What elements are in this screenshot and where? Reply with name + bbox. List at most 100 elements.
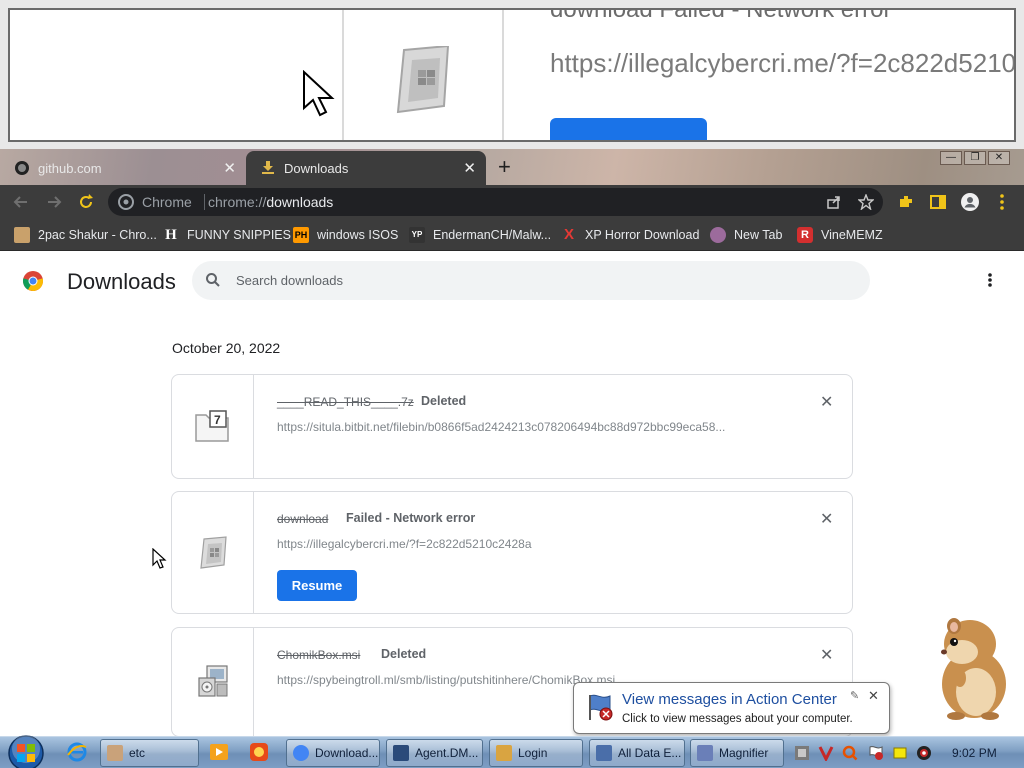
yp-icon: YP [409,227,425,243]
share-icon[interactable] [826,194,842,210]
tray-v-icon[interactable] [818,745,834,761]
tray-note-icon[interactable] [892,745,908,761]
close-tab-icon[interactable]: ✕ [223,159,236,177]
magnified-cursor-icon [303,70,335,117]
omnibox-separator [204,194,205,210]
start-orb-icon[interactable] [6,733,46,768]
bookmark-funny-snippies[interactable]: H FUNNY SNIPPIES [163,227,291,243]
source-url[interactable]: https://illegalcybercri.me/?f=2c822d5210… [277,537,797,551]
bookmark-xp-horror[interactable]: X XP Horror Download [561,227,699,243]
file-icon-column [172,628,254,736]
action-center-notification[interactable]: View messages in Action Center Click to … [573,682,890,734]
task-label: Magnifier [719,746,769,760]
bookmark-new-tab[interactable]: New Tab [710,227,782,243]
taskbar-item-chrome-downloads[interactable]: Download... [286,739,380,767]
bookmark-label: New Tab [734,228,783,242]
remove-item-icon[interactable]: ✕ [820,392,833,412]
tab-github[interactable]: github.com ✕ [0,151,246,185]
notification-close-button[interactable]: ✕ [868,688,879,704]
hamster-desktop-pet-icon[interactable] [924,612,1020,722]
bookmark-star-icon[interactable] [858,194,874,210]
magnifier-icon [697,745,713,761]
download-status: Deleted [381,647,427,661]
action-center-tray-icon[interactable] [868,745,884,761]
tray-speaker-icon[interactable] [916,745,932,761]
internet-explorer-icon[interactable] [66,741,88,763]
taskbar-item-all-data[interactable]: All Data E... [589,739,685,767]
file-icon-column [172,492,254,613]
bookmark-label: VineMEMZ [821,228,883,242]
mouse-cursor-icon [152,548,167,569]
reload-icon[interactable] [76,192,96,212]
taskbar: etc Download... Agent.DM... Login All Da… [0,733,1024,768]
forward-arrow-icon[interactable] [44,192,64,212]
bookmark-label: windows ISOS [317,228,399,242]
resume-button[interactable]: Resume [277,570,357,601]
download-status: Deleted [421,394,467,408]
browser-menu-icon[interactable] [992,192,1012,212]
minimize-button[interactable]: — [940,151,962,165]
tab-downloads[interactable]: Downloads ✕ [246,151,486,185]
browser-toolbar: Chrome chrome://downloads [0,185,1024,219]
wrench-icon[interactable]: ✎ [850,689,859,702]
file-name[interactable]: ____READ_THIS____.7z [277,395,414,409]
restore-button[interactable]: ❐ [964,151,986,165]
bookmark-endermanch[interactable]: YP EndermanCH/Malw... [409,227,551,243]
bookmark-label: 2pac Shakur - Chro... [38,228,157,242]
tray-app-icon[interactable] [794,745,810,761]
app-launcher-icon[interactable] [248,741,270,763]
application-window-icon [393,745,409,761]
tab-label: Downloads [284,160,349,176]
file-name[interactable]: download [277,512,328,526]
search-input[interactable] [236,261,856,300]
bookmark-label: FUNNY SNIPPIES [187,228,291,242]
taskbar-item-magnifier[interactable]: Magnifier [690,739,784,767]
close-window-button[interactable]: ✕ [988,151,1010,165]
bookmark-windows-isos[interactable]: PH windows ISOS [293,227,398,243]
taskbar-clock[interactable]: 9:02 PM [952,746,997,760]
taskbar-item-etc[interactable]: etc [100,739,199,767]
profile-avatar-icon[interactable] [960,192,980,212]
remove-item-icon[interactable]: ✕ [820,645,833,665]
bookmarks-bar: 2pac Shakur - Chro... H FUNNY SNIPPIES P… [0,219,1024,251]
close-tab-icon[interactable]: ✕ [463,159,476,177]
chrome-page-icon [118,194,134,210]
taskbar-item-login[interactable]: Login [489,739,583,767]
file-icon-column: 7 [172,375,254,478]
more-actions-icon[interactable] [984,272,996,288]
page-title: Downloads [67,269,176,294]
svg-text:7: 7 [214,413,221,427]
remove-item-icon[interactable]: ✕ [820,509,833,529]
search-icon [206,273,220,287]
chrome-icon [293,745,309,761]
task-label: All Data E... [618,746,682,760]
vine-r-icon: R [797,227,813,243]
scheme-label: Chrome [142,194,192,210]
bookmark-2pac[interactable]: 2pac Shakur - Chro... [14,227,157,243]
side-panel-icon[interactable] [928,192,948,212]
magnified-file-icon [396,46,450,114]
magnified-download-title: download Failed - Network error [550,8,892,23]
new-tab-button[interactable]: + [498,154,511,180]
7z-file-icon: 7 [195,410,229,442]
bookmark-vinememz[interactable]: R VineMEMZ [797,227,883,243]
red-x-icon: X [563,226,574,243]
media-player-icon[interactable] [208,741,230,763]
notification-title: View messages in Action Center [622,691,837,708]
tray-search-icon[interactable] [842,745,858,761]
search-box[interactable] [192,261,870,300]
task-label: Download... [315,746,379,760]
address-bar[interactable]: Chrome chrome://downloads [108,188,883,216]
msi-installer-icon [198,665,228,697]
generic-file-icon [200,536,227,569]
magnifier-divider [342,10,344,140]
back-arrow-icon[interactable] [11,192,31,212]
task-label: Agent.DM... [415,746,479,760]
task-label: etc [129,746,146,760]
taskbar-item-agent[interactable]: Agent.DM... [386,739,483,767]
magnified-resume-button [550,118,707,140]
file-name[interactable]: ChomikBox.msi [277,648,360,662]
tupac-avatar-icon [14,227,30,243]
extensions-puzzle-icon[interactable] [896,192,916,212]
source-url[interactable]: https://situla.bitbit.net/filebin/b0866f… [277,420,797,434]
